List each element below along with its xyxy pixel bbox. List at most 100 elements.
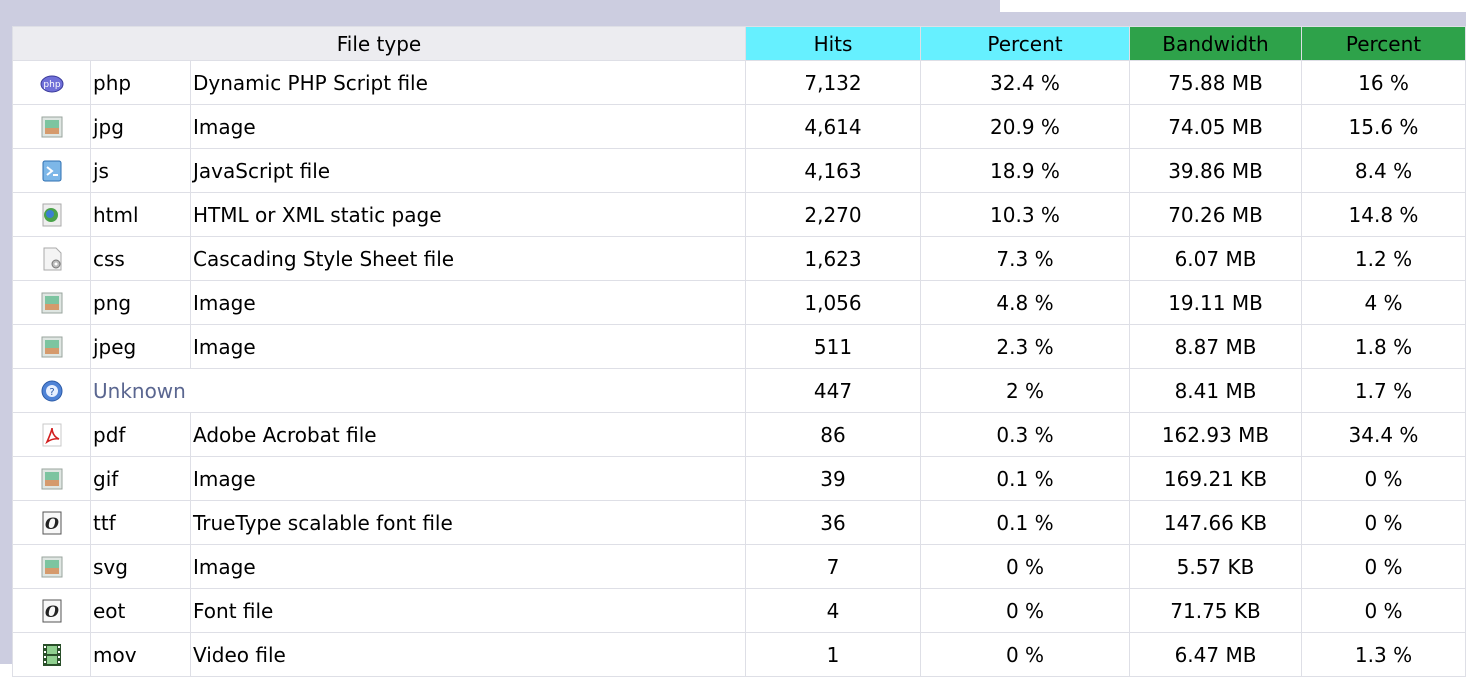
table-row: css Cascading Style Sheet file 1,623 7.3 % 6…: [12, 236, 1466, 281]
hits-value: 4,614: [745, 104, 921, 149]
image-icon: [40, 115, 64, 139]
hits-value: 2,270: [745, 192, 921, 237]
bandwidth-value: 6.07 MB: [1129, 236, 1302, 281]
bandwidth-value: 19.11 MB: [1129, 280, 1302, 325]
file-type-description: Dynamic PHP Script file: [190, 60, 746, 105]
file-type-description: Image: [190, 324, 746, 369]
hits-percent-value: 18.9 %: [920, 148, 1130, 193]
header-hits[interactable]: Hits: [745, 26, 921, 61]
file-extension: php: [90, 60, 191, 105]
file-type-description: Video file: [190, 632, 746, 677]
file-type-icon-cell: [12, 236, 91, 281]
header-hits-percent[interactable]: Percent: [920, 26, 1130, 61]
bandwidth-percent-value: 1.7 %: [1301, 368, 1466, 413]
hits-percent-value: 0.3 %: [920, 412, 1130, 457]
hits-percent-value: 2 %: [920, 368, 1130, 413]
table-row: html HTML or XML static page 2,270 10.3 % 70…: [12, 192, 1466, 237]
section-header-strip: [0, 0, 1466, 12]
hits-percent-value: 0 %: [920, 544, 1130, 589]
bandwidth-value: 147.66 KB: [1129, 500, 1302, 545]
hits-value: 7,132: [745, 60, 921, 105]
hits-value: 1,056: [745, 280, 921, 325]
table-row: js JavaScript file 4,163 18.9 % 39.86 MB 8.4 …: [12, 148, 1466, 193]
bandwidth-percent-value: 0 %: [1301, 456, 1466, 501]
image-icon: [40, 467, 64, 491]
header-bandwidth[interactable]: Bandwidth: [1129, 26, 1302, 61]
html-globe-icon: [40, 203, 64, 227]
table-row: svg Image 7 0 % 5.57 KB 0 %: [12, 544, 1466, 589]
hits-percent-value: 4.8 %: [920, 280, 1130, 325]
bandwidth-percent-value: 1.2 %: [1301, 236, 1466, 281]
hits-percent-value: 32.4 %: [920, 60, 1130, 105]
file-extension: gif: [90, 456, 191, 501]
file-type-icon-cell: O: [12, 588, 91, 633]
bandwidth-value: 162.93 MB: [1129, 412, 1302, 457]
file-type-icon-cell: O: [12, 500, 91, 545]
bandwidth-percent-value: 34.4 %: [1301, 412, 1466, 457]
file-type-icon-cell: [12, 148, 91, 193]
svg-text:?: ?: [49, 387, 54, 398]
bandwidth-value: 8.41 MB: [1129, 368, 1302, 413]
file-type-description: Font file: [190, 588, 746, 633]
file-type-description: HTML or XML static page: [190, 192, 746, 237]
file-extension: png: [90, 280, 191, 325]
file-extension: pdf: [90, 412, 191, 457]
file-extension: eot: [90, 588, 191, 633]
bandwidth-value: 74.05 MB: [1129, 104, 1302, 149]
bandwidth-percent-value: 0 %: [1301, 588, 1466, 633]
hits-percent-value: 0 %: [920, 588, 1130, 633]
bandwidth-percent-value: 4 %: [1301, 280, 1466, 325]
file-extension: html: [90, 192, 191, 237]
hits-value: 7: [745, 544, 921, 589]
font-icon: O: [40, 599, 64, 623]
hits-percent-value: 0 %: [920, 632, 1130, 677]
bandwidth-value: 169.21 KB: [1129, 456, 1302, 501]
file-type-icon-cell: [12, 412, 91, 457]
file-type-icon-cell: [12, 104, 91, 149]
bandwidth-percent-value: 16 %: [1301, 60, 1466, 105]
svg-text:O: O: [45, 602, 59, 621]
hits-percent-value: 7.3 %: [920, 236, 1130, 281]
hits-value: 1,623: [745, 236, 921, 281]
file-extension: jpeg: [90, 324, 191, 369]
header-file-type[interactable]: File type: [12, 26, 746, 61]
file-type-icon-cell: [12, 280, 91, 325]
table-row: jpg Image 4,614 20.9 % 74.05 MB 15.6 %: [12, 104, 1466, 149]
image-icon: [40, 335, 64, 359]
php-icon: php: [40, 71, 64, 95]
file-type-table: File type Hits Percent Bandwidth Percent…: [12, 26, 1466, 677]
table-row: mov Video file 1 0 % 6.47 MB 1.3 %: [12, 632, 1466, 677]
hits-value: 4: [745, 588, 921, 633]
hits-value: 86: [745, 412, 921, 457]
pdf-icon: [40, 423, 64, 447]
hits-value: 36: [745, 500, 921, 545]
hits-value: 511: [745, 324, 921, 369]
svg-text:O: O: [45, 514, 59, 533]
file-type-icon-cell: php: [12, 60, 91, 105]
file-type-description: Image: [190, 104, 746, 149]
hits-percent-value: 10.3 %: [920, 192, 1130, 237]
file-type-description: Image: [190, 544, 746, 589]
table-row: ? Unknown 447 2 % 8.41 MB 1.7 %: [12, 368, 1466, 413]
file-extension: mov: [90, 632, 191, 677]
header-bandwidth-percent[interactable]: Percent: [1301, 26, 1466, 61]
file-type-description: Image: [190, 456, 746, 501]
section-tab: [0, 0, 1000, 12]
hits-value: 1: [745, 632, 921, 677]
file-type-icon-cell: ?: [12, 368, 91, 413]
table-row: gif Image 39 0.1 % 169.21 KB 0 %: [12, 456, 1466, 501]
table-header-row: File type Hits Percent Bandwidth Percent: [12, 26, 1466, 61]
bandwidth-value: 8.87 MB: [1129, 324, 1302, 369]
table-row: png Image 1,056 4.8 % 19.11 MB 4 %: [12, 280, 1466, 325]
file-extension: ttf: [90, 500, 191, 545]
file-type-description: TrueType scalable font file: [190, 500, 746, 545]
bandwidth-value: 39.86 MB: [1129, 148, 1302, 193]
file-type-description: Image: [190, 280, 746, 325]
file-extension: svg: [90, 544, 191, 589]
bandwidth-value: 70.26 MB: [1129, 192, 1302, 237]
file-type-icon-cell: [12, 544, 91, 589]
image-icon: [40, 555, 64, 579]
file-type-icon-cell: [12, 632, 91, 677]
file-extension: jpg: [90, 104, 191, 149]
hits-value: 4,163: [745, 148, 921, 193]
